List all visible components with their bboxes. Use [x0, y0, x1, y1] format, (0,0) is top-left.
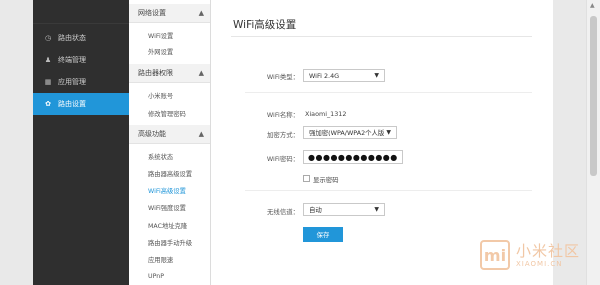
submenu-group-network[interactable]: 网络设置 ▲	[129, 4, 210, 23]
submenu-group-title: 高级功能	[138, 130, 166, 138]
title-divider	[231, 36, 532, 37]
nav-item-app-management[interactable]: ▦ 应用管理	[33, 71, 129, 93]
wifi-type-select[interactable]: WiFi 2.4G ▼	[303, 69, 385, 82]
grid-icon: ▦	[44, 78, 52, 86]
submenu-item-system-status[interactable]: 系统状态	[129, 148, 210, 164]
submenu: 网络设置 ▲ WiFi设置 外网设置 路由器权限 ▲ 小米账号 修改管理密码 高…	[129, 0, 211, 285]
divider	[245, 190, 532, 191]
chevron-down-icon: ▼	[374, 72, 379, 79]
nav-item-router-settings[interactable]: ✿ 路由设置	[33, 93, 135, 115]
channel-select[interactable]: 自动 ▼	[303, 203, 385, 216]
submenu-group-title: 路由器权限	[138, 69, 173, 77]
show-password-label: 显示密码	[313, 176, 339, 184]
wifi-password-label: WiFi密码：	[266, 155, 299, 163]
show-password-checkbox[interactable]	[303, 175, 310, 182]
encryption-value: 强加密(WPA/WPA2个人版	[309, 129, 385, 137]
submenu-group-title: 网络设置	[138, 9, 166, 17]
nav-item-label: 路由设置	[58, 100, 86, 108]
wifi-type-value: WiFi 2.4G	[309, 71, 340, 80]
nav-item-label: 应用管理	[58, 78, 86, 86]
mi-logo-icon: mi	[480, 240, 510, 270]
left-frame	[0, 0, 33, 285]
chevron-up-icon: ▲	[198, 69, 204, 77]
submenu-group-advanced[interactable]: 高级功能 ▲	[129, 125, 210, 144]
submenu-item-mi-account[interactable]: 小米账号	[129, 87, 210, 103]
submenu-item-router-advanced[interactable]: 路由器高级设置	[129, 165, 210, 181]
watermark-text: 小米社区	[516, 242, 581, 260]
channel-label: 无线信道：	[267, 208, 299, 216]
submenu-item-change-password[interactable]: 修改管理密码	[129, 105, 210, 121]
submenu-item-wifi-strength[interactable]: WiFi强度设置	[129, 199, 210, 215]
gear-icon: ✿	[45, 100, 51, 108]
scroll-thumb[interactable]	[590, 16, 597, 176]
submenu-group-permissions[interactable]: 路由器权限 ▲	[129, 64, 210, 83]
wifi-password-input[interactable]: ●●●●●●●●●●●●	[303, 150, 403, 164]
submenu-item-mac-clone[interactable]: MAC地址克隆	[129, 217, 210, 233]
submenu-item-wan-settings[interactable]: 外网设置	[129, 43, 210, 59]
nav-item-label: 路由状态	[58, 34, 86, 42]
submenu-item-qos[interactable]: 应用限速	[129, 251, 210, 267]
user-icon: ♟	[44, 56, 52, 64]
main-nav: ◷ 路由状态 ♟ 终端管理 ▦ 应用管理 ✿ 路由设置	[33, 0, 135, 285]
chevron-down-icon: ▼	[386, 129, 391, 136]
nav-separator	[33, 23, 129, 24]
page-title: WiFi高级设置	[233, 19, 297, 31]
submenu-item-wifi-settings[interactable]: WiFi设置	[129, 27, 210, 43]
watermark: mi 小米社区 XIAOMI.CN	[470, 230, 590, 280]
submenu-item-upnp[interactable]: UPnP	[129, 268, 210, 284]
clock-icon: ◷	[44, 34, 52, 42]
chevron-up-icon: ▲	[198, 9, 204, 17]
submenu-item-manual-upgrade[interactable]: 路由器手动升级	[129, 234, 210, 250]
scroll-up-icon[interactable]: ▲	[590, 2, 595, 9]
divider	[245, 92, 532, 93]
wifi-name-label: WiFi名称：	[266, 111, 299, 119]
nav-item-device-management[interactable]: ♟ 终端管理	[33, 49, 129, 71]
encryption-label: 加密方式：	[267, 131, 299, 139]
nav-item-label: 终端管理	[58, 56, 86, 64]
chevron-up-icon: ▲	[198, 130, 204, 138]
wifi-type-label: WiFi类型：	[266, 73, 299, 81]
save-button[interactable]: 保存	[303, 227, 343, 242]
submenu-item-wifi-advanced[interactable]: WiFi高级设置	[129, 182, 210, 198]
nav-item-router-status[interactable]: ◷ 路由状态	[33, 27, 129, 49]
wifi-name-value: Xiaomi_1312	[305, 110, 347, 118]
chevron-down-icon: ▼	[374, 206, 379, 213]
channel-value: 自动	[309, 206, 322, 214]
encryption-select[interactable]: 强加密(WPA/WPA2个人版 ▼	[303, 126, 397, 139]
watermark-subtext: XIAOMI.CN	[516, 260, 563, 268]
